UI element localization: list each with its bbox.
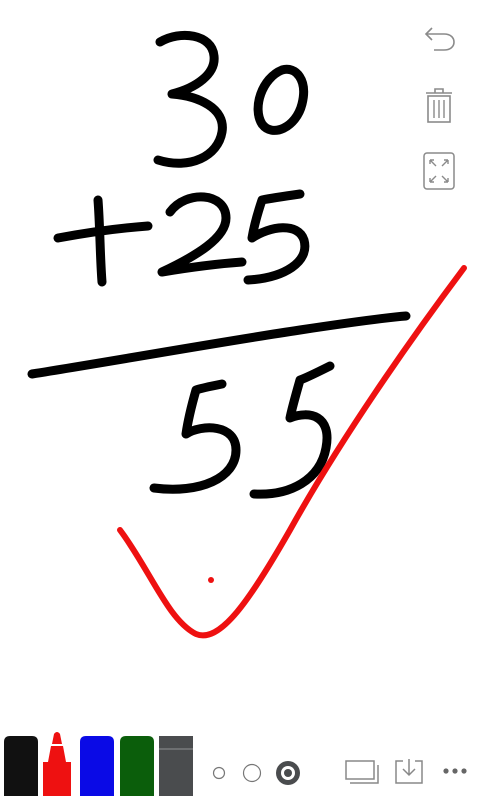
ink-stroke-digit-5-left — [149, 379, 241, 494]
pen-green[interactable] — [118, 734, 156, 796]
clear-canvas-button[interactable] — [418, 84, 460, 126]
pen-black[interactable] — [2, 734, 40, 796]
circle-medium-icon — [242, 763, 262, 783]
green-marker-icon — [120, 736, 154, 796]
stroke-size-medium[interactable] — [242, 763, 262, 788]
pages-button[interactable] — [344, 758, 380, 786]
undo-button[interactable] — [418, 18, 460, 60]
more-icon — [443, 768, 467, 774]
download-icon — [395, 759, 423, 784]
ink-stroke-checkmark — [117, 265, 467, 639]
trash-icon — [426, 88, 452, 123]
stroke-size-small[interactable] — [212, 766, 226, 785]
stroke-size-large[interactable] — [275, 760, 301, 791]
circle-large-selected-icon — [276, 761, 300, 785]
pages-icon — [345, 760, 379, 784]
more-button[interactable] — [440, 764, 470, 778]
ink-stroke-sum-line — [27, 311, 411, 379]
ink-stroke-digit-3 — [153, 30, 227, 168]
circle-small-icon — [212, 766, 226, 780]
ink-stroke-digit-2 — [157, 192, 247, 277]
pen-blue[interactable] — [78, 734, 116, 796]
pen-gray[interactable] — [158, 734, 194, 796]
drawing-canvas[interactable] — [0, 0, 480, 800]
save-button[interactable] — [392, 756, 426, 786]
bottom-toolbar — [0, 728, 480, 800]
ink-stroke-plus — [53, 195, 153, 287]
black-marker-icon — [4, 736, 38, 796]
ink-dot-red — [208, 577, 214, 583]
eraser-icon — [159, 736, 193, 796]
ink-stroke-digit-5-top — [243, 189, 310, 285]
pen-red[interactable] — [40, 730, 74, 796]
fullscreen-icon — [423, 152, 455, 190]
fullscreen-button[interactable] — [418, 150, 460, 192]
blue-marker-icon — [80, 736, 114, 796]
red-brush-icon — [43, 732, 71, 796]
ink-stroke-digit-0 — [253, 64, 308, 135]
undo-icon — [424, 27, 455, 51]
